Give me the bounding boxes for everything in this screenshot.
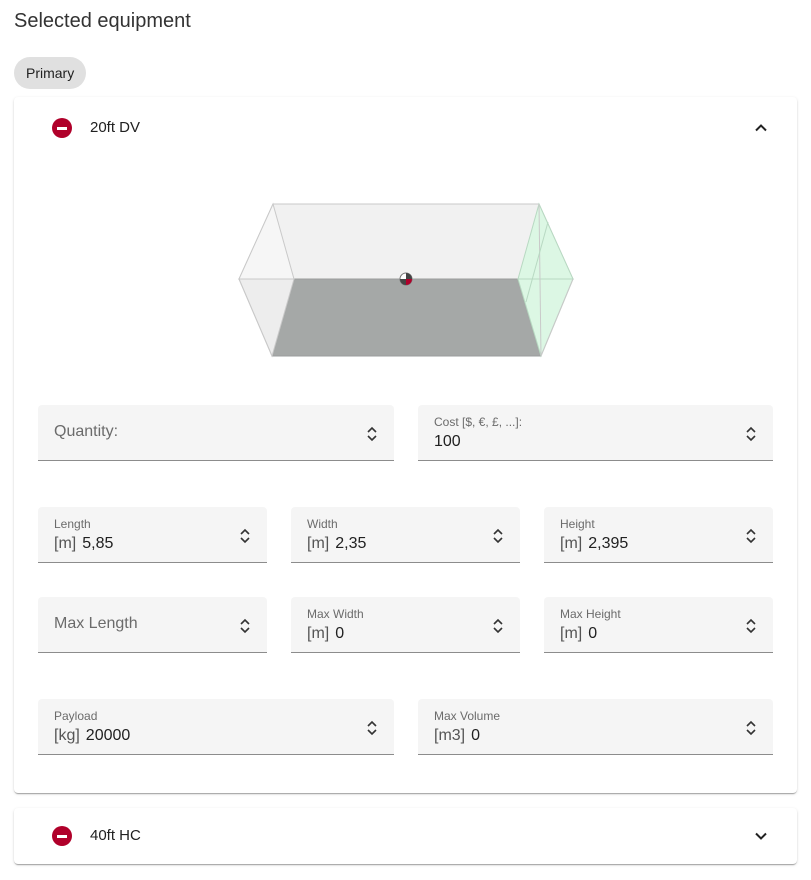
- max-width-unit: [m]: [307, 625, 330, 642]
- panel-header-20ft-dv[interactable]: 20ft DV: [14, 97, 797, 159]
- width-unit: [m]: [307, 535, 330, 552]
- height-value: 2,395: [588, 535, 629, 552]
- height-value-wrap: [m] 2,395: [560, 535, 628, 553]
- unfold-icon[interactable]: [745, 425, 757, 443]
- equipment-panel-40ft-hc: 40ft HC: [14, 808, 797, 864]
- tab-primary[interactable]: Primary: [14, 57, 87, 89]
- unfold-icon[interactable]: [239, 527, 251, 545]
- length-label: Length: [54, 517, 91, 531]
- unfold-icon[interactable]: [239, 617, 251, 635]
- max-volume-value-wrap: [m3] 0: [434, 727, 480, 745]
- height-unit: [m]: [560, 535, 583, 552]
- max-width-label: Max Width: [307, 607, 364, 621]
- max-height-value: 0: [588, 625, 598, 642]
- width-value-wrap: [m] 2,35: [307, 535, 366, 553]
- payload-label: Payload: [54, 709, 98, 723]
- unfold-icon[interactable]: [492, 617, 504, 635]
- chevron-down-icon[interactable]: [753, 828, 769, 844]
- unfold-icon[interactable]: [492, 527, 504, 545]
- max-height-field[interactable]: Max Height [m] 0: [544, 597, 773, 653]
- height-field[interactable]: Height [m] 2,395: [544, 507, 773, 563]
- max-width-value-wrap: [m] 0: [307, 625, 344, 643]
- cost-value: 100: [434, 433, 461, 450]
- max-width-value: 0: [335, 625, 345, 642]
- payload-value: 20000: [85, 727, 131, 744]
- quantity-field[interactable]: Quantity:: [38, 405, 394, 461]
- center-of-gravity-icon: [399, 272, 413, 286]
- payload-unit: [kg]: [54, 727, 80, 744]
- cost-field[interactable]: Cost [$, €, £, ...]: 100: [418, 405, 773, 461]
- max-height-value-wrap: [m] 0: [560, 625, 597, 643]
- max-volume-label: Max Volume: [434, 709, 501, 723]
- max-width-field[interactable]: Max Width [m] 0: [291, 597, 520, 653]
- max-length-label: Max Length: [54, 615, 138, 632]
- length-value: 5,85: [82, 535, 114, 552]
- max-height-label: Max Height: [560, 607, 621, 621]
- cost-label: Cost [$, €, £, ...]:: [434, 415, 523, 429]
- width-label: Width: [307, 517, 338, 531]
- max-volume-value: 0: [471, 727, 481, 744]
- width-field[interactable]: Width [m] 2,35: [291, 507, 520, 563]
- unfold-icon[interactable]: [366, 719, 378, 737]
- page-title: Selected equipment: [14, 10, 191, 32]
- max-length-field[interactable]: Max Length: [38, 597, 267, 653]
- unfold-icon[interactable]: [366, 425, 378, 443]
- payload-value-wrap: [kg] 20000: [54, 727, 130, 745]
- equipment-panel-20ft-dv: 20ft DV Quantity: Cost [$, €, £, ...]: 1…: [14, 97, 797, 793]
- length-unit: [m]: [54, 535, 77, 552]
- container-3d-preview: [238, 202, 574, 358]
- chevron-up-icon[interactable]: [753, 120, 769, 136]
- panel-header-40ft-hc[interactable]: 40ft HC: [14, 808, 797, 864]
- quantity-label: Quantity:: [54, 423, 119, 440]
- width-value: 2,35: [335, 535, 367, 552]
- remove-circle-icon[interactable]: [52, 118, 72, 138]
- max-volume-unit: [m3]: [434, 727, 466, 744]
- unfold-icon[interactable]: [745, 719, 757, 737]
- height-label: Height: [560, 517, 595, 531]
- length-field[interactable]: Length [m] 5,85: [38, 507, 267, 563]
- unfold-icon[interactable]: [745, 527, 757, 545]
- container-floor: [271, 278, 542, 357]
- unfold-icon[interactable]: [745, 617, 757, 635]
- max-volume-field[interactable]: Max Volume [m3] 0: [418, 699, 773, 755]
- length-value-wrap: [m] 5,85: [54, 535, 113, 553]
- panel-title: 40ft HC: [90, 827, 141, 844]
- payload-field[interactable]: Payload [kg] 20000: [38, 699, 394, 755]
- max-height-unit: [m]: [560, 625, 583, 642]
- remove-circle-icon[interactable]: [52, 826, 72, 846]
- panel-title: 20ft DV: [90, 119, 141, 136]
